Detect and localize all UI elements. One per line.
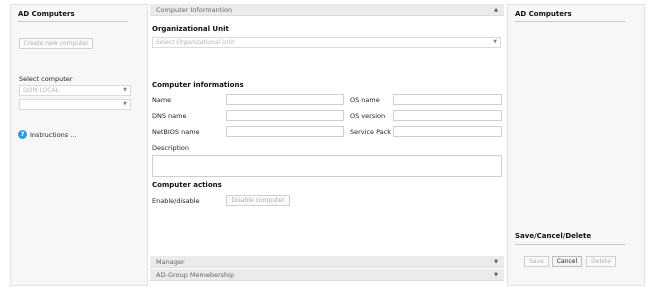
manager-bar[interactable]: Manager ▼: [150, 256, 504, 268]
netbios-name-label: NetBIOS name: [152, 128, 200, 136]
os-version-label: OS version: [350, 112, 386, 120]
triangle-down-icon[interactable]: ▼: [494, 256, 498, 268]
os-name-label: OS name: [350, 96, 380, 104]
domain-select[interactable]: DOM.LOCAL ▼: [19, 85, 131, 96]
chevron-down-icon: ▼: [493, 39, 497, 45]
chevron-down-icon: ▼: [123, 87, 127, 93]
description-field[interactable]: [152, 155, 502, 177]
triangle-down-icon[interactable]: ▼: [494, 269, 498, 281]
enable-disable-label: Enable/disable: [152, 197, 200, 205]
computer-information-bar-label: Computer Informantion: [156, 6, 233, 14]
computer-information-bar[interactable]: Computer Informantion ▲: [150, 4, 504, 16]
chevron-down-icon: ▼: [123, 101, 127, 107]
computer-informations-header: Computer informations: [152, 81, 244, 89]
delete-button[interactable]: Delete: [586, 256, 616, 267]
select-computer-label: Select computer: [19, 75, 73, 83]
instructions-link[interactable]: Instructions ...: [30, 131, 76, 139]
right-panel-divider: [515, 21, 625, 22]
service-pack-label: Service Pack: [350, 128, 392, 136]
netbios-name-field[interactable]: [226, 126, 344, 137]
right-panel-title: AD Computers: [515, 10, 572, 18]
save-cancel-delete-divider: [515, 244, 625, 245]
os-name-field[interactable]: [393, 94, 502, 105]
name-label: Name: [152, 96, 172, 104]
service-pack-field[interactable]: [393, 126, 502, 137]
dns-name-field[interactable]: [226, 110, 344, 121]
organizational-unit-header: Organizational Unit: [152, 25, 229, 33]
ad-group-membership-bar[interactable]: AD-Group Memebership ▼: [150, 269, 504, 281]
save-button[interactable]: Save: [524, 256, 549, 267]
left-panel: AD Computers Create new computer Select …: [10, 4, 148, 286]
organizational-unit-placeholder: Select Organizational Unit: [156, 39, 235, 46]
right-panel: AD Computers Save/Cancel/Delete Save Can…: [507, 4, 645, 286]
triangle-up-icon[interactable]: ▲: [494, 4, 498, 16]
domain-select-value: DOM.LOCAL: [23, 87, 59, 94]
cancel-button[interactable]: Cancel: [552, 256, 582, 267]
center-panel: Computer Informantion ▲ Organizational U…: [150, 4, 504, 286]
computer-actions-header: Computer actions: [152, 181, 222, 189]
disable-computer-button[interactable]: Disable computer: [226, 195, 290, 206]
description-label: Description: [152, 144, 190, 152]
os-version-field[interactable]: [393, 110, 502, 121]
dns-name-label: DNS name: [152, 112, 187, 120]
left-panel-divider: [18, 21, 128, 22]
create-new-computer-button[interactable]: Create new computer: [19, 38, 93, 49]
ad-group-membership-bar-label: AD-Group Memebership: [156, 271, 235, 279]
question-circle-icon[interactable]: ?: [18, 130, 27, 139]
computer-select[interactable]: ▼: [19, 99, 131, 110]
organizational-unit-select[interactable]: Select Organizational Unit ▼: [152, 37, 501, 48]
left-panel-title: AD Computers: [18, 10, 75, 18]
manager-bar-label: Manager: [156, 258, 185, 266]
name-field[interactable]: [226, 94, 344, 105]
save-cancel-delete-title: Save/Cancel/Delete: [515, 232, 592, 240]
